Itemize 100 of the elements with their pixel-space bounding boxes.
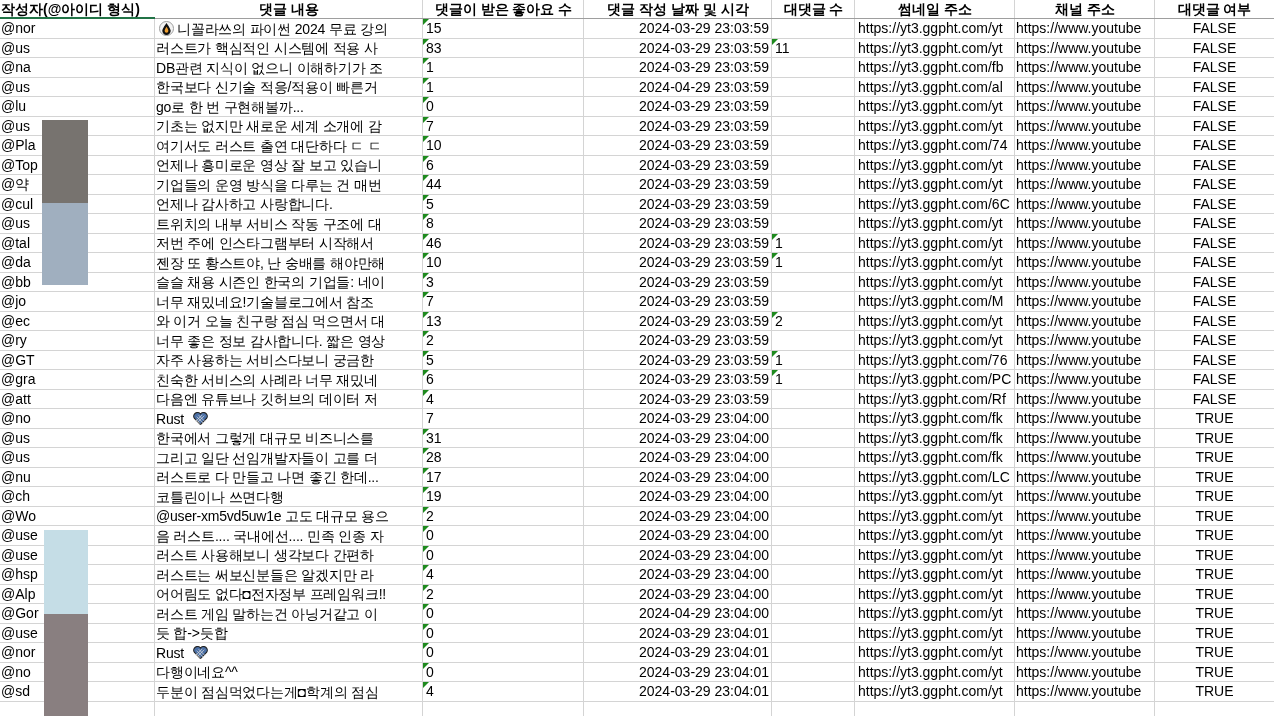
table-cell-text: 2024-03-29 23:04:00 [638, 526, 770, 545]
table-cell: 다음엔 유튜브나 깃허브의 데이터 저 [156, 390, 378, 408]
table-cell: 1 [772, 370, 855, 389]
table-cell: go로 한 번 구현해볼까... [156, 97, 304, 116]
table-cell-text: https://yt3.ggpht.com/yt [857, 545, 1004, 565]
column-header[interactable]: 대댓글 수 [772, 0, 855, 19]
table-cell-text: @att [0, 389, 32, 409]
table-cell-text: TRUE [1194, 662, 1235, 682]
table-cell: 2 [772, 311, 855, 331]
table-cell-text: @da [0, 253, 32, 272]
table-cell-text: 2024-03-29 23:04:00 [638, 506, 770, 526]
table-cell-text: FALSE [1191, 331, 1238, 350]
table-cell-text: https://yt3.ggpht.com/yt [857, 311, 1004, 331]
table-cell-text: https://yt3.ggpht.com/fk [857, 448, 1004, 467]
table-cell: 너무 좋은 정보 감사합니다. 짧은 영상 [156, 331, 386, 350]
table-cell-text: FALSE [1191, 214, 1238, 233]
table-cell-text: TRUE [1194, 623, 1235, 643]
table-cell: 5 [423, 350, 584, 370]
table-cell: DB관련 지식이 없으니 이해하기가 조 [156, 58, 383, 77]
table-cell: 한국보다 신기술 적응/적용이 빠른거 [156, 78, 378, 96]
table-cell-text: https://www.youtube [1015, 428, 1143, 448]
table-cell: 기업들의 운영 방식을 다루는 건 매번 [156, 175, 382, 194]
table-cell: 0 [423, 643, 584, 662]
table-cell-text: 2024-03-29 23:03:59 [638, 253, 770, 272]
table-cell-text: https://www.youtube [1015, 506, 1143, 526]
table-cell-text: 2024-03-29 23:04:01 [638, 682, 770, 701]
table-cell: @user-xm5vd5uw1e 고도 대규모 용으 [156, 507, 390, 525]
table-cell: 두분이 점심먹었다는게◘학계의 점심 [156, 682, 379, 701]
table-cell: 러스트 게임 말하는건 아닝거같고 이 [156, 604, 378, 623]
table-cell-text: @no [0, 409, 32, 428]
table-cell-text: https://www.youtube [1015, 214, 1143, 233]
table-cell-text: FALSE [1191, 38, 1238, 58]
table-cell: 13 [423, 311, 584, 331]
table-cell-text: 2024-03-29 23:04:00 [638, 467, 770, 487]
table-cell-text: @bb [0, 272, 32, 292]
table-cell-text: https://www.youtube [1015, 448, 1143, 467]
table-cell-text: https://yt3.ggpht.com/yt [857, 331, 1004, 350]
table-cell-text: https://yt3.ggpht.com/al [857, 77, 1004, 97]
table-cell: 트위치의 내부 서비스 작동 구조에 대 [156, 214, 382, 233]
table-cell-text: https://www.youtube [1015, 253, 1143, 272]
table-cell: 8 [423, 214, 584, 233]
table-cell-text: @ch [0, 487, 31, 506]
table-cell-text: https://yt3.ggpht.com/yt [857, 604, 1004, 623]
table-cell-text: https://yt3.ggpht.com/yt [857, 662, 1004, 682]
table-cell: 1 [772, 233, 855, 253]
table-cell: 0 [423, 623, 584, 643]
table-cell-text: https://www.youtube [1015, 409, 1143, 428]
column-header[interactable]: 대댓글 여부 [1155, 0, 1274, 19]
column-header[interactable]: 댓글 내용 [155, 0, 423, 19]
table-cell-text: 2024-03-29 23:03:59 [638, 214, 770, 233]
table-cell: 음 러스트.... 국내에선.... 민족 인종 자 [156, 526, 384, 545]
column-header[interactable]: 채널 주소 [1015, 0, 1155, 19]
table-cell-text: 2024-03-29 23:04:00 [638, 584, 770, 604]
table-cell-text: https://www.youtube [1015, 565, 1143, 584]
table-cell-text: https://yt3.ggpht.com/6C [857, 194, 1011, 214]
table-cell-text: @no [0, 662, 32, 682]
table-cell-text: https://yt3.ggpht.com/yt [857, 116, 1004, 136]
table-cell: 2 [423, 506, 584, 526]
table-cell: 11 [772, 38, 855, 58]
table-cell-text: 2024-03-29 23:04:01 [638, 662, 770, 682]
table-cell: 17 [423, 467, 584, 487]
table-cell: 4 [423, 389, 584, 409]
table-cell-text: https://www.youtube [1015, 136, 1143, 155]
table-cell: 83 [423, 38, 584, 58]
table-cell-text: TRUE [1194, 643, 1235, 662]
table-cell-text: https://www.youtube [1015, 467, 1143, 487]
table-cell: 1 [772, 350, 855, 370]
table-cell: 31 [423, 428, 584, 448]
table-cell: 7 [423, 116, 584, 136]
heart-icon [193, 646, 208, 659]
table-cell-text: TRUE [1194, 448, 1235, 467]
table-cell-text: @na [0, 58, 32, 77]
table-cell-text: https://yt3.ggpht.com/yt [857, 233, 1004, 253]
table-cell-text: @nu [0, 467, 32, 487]
table-cell-text: @us [0, 38, 31, 58]
table-cell-text: @nor [0, 19, 37, 38]
table-cell-text: TRUE [1194, 526, 1235, 545]
table-cell-text: https://yt3.ggpht.com/yt [857, 565, 1004, 584]
table-cell: 1 [423, 58, 584, 77]
table-cell-text: TRUE [1194, 506, 1235, 526]
table-cell-text: 2024-03-29 23:03:59 [638, 233, 770, 253]
table-cell-text: TRUE [1194, 545, 1235, 565]
column-header[interactable]: 썸네일 주소 [855, 0, 1015, 19]
column-header[interactable]: 댓글이 받은 좋아요 수 [423, 0, 584, 19]
table-cell-text: 2024-03-29 23:03:59 [638, 136, 770, 155]
table-cell-text: https://yt3.ggpht.com/LC [857, 467, 1011, 487]
table-cell-text: https://www.youtube [1015, 331, 1143, 350]
table-cell-text: TRUE [1194, 467, 1235, 487]
column-header[interactable]: 댓글 작성 날짜 및 시각 [584, 0, 772, 19]
table-cell-text: @Alp [0, 584, 37, 604]
table-cell-text: https://www.youtube [1015, 194, 1143, 214]
table-cell-text: https://yt3.ggpht.com/M [857, 292, 1005, 311]
column-header[interactable]: 작성자(@아이디 형식) [0, 0, 155, 19]
table-cell-text: 2024-03-29 23:04:01 [638, 643, 770, 662]
table-cell-text: @us [0, 116, 31, 136]
table-cell-text: @cul [0, 194, 35, 214]
table-cell-text: FALSE [1191, 233, 1238, 253]
table-cell-text: FALSE [1191, 253, 1238, 272]
table-cell-text: FALSE [1191, 350, 1238, 370]
table-cell: 5 [423, 194, 584, 214]
